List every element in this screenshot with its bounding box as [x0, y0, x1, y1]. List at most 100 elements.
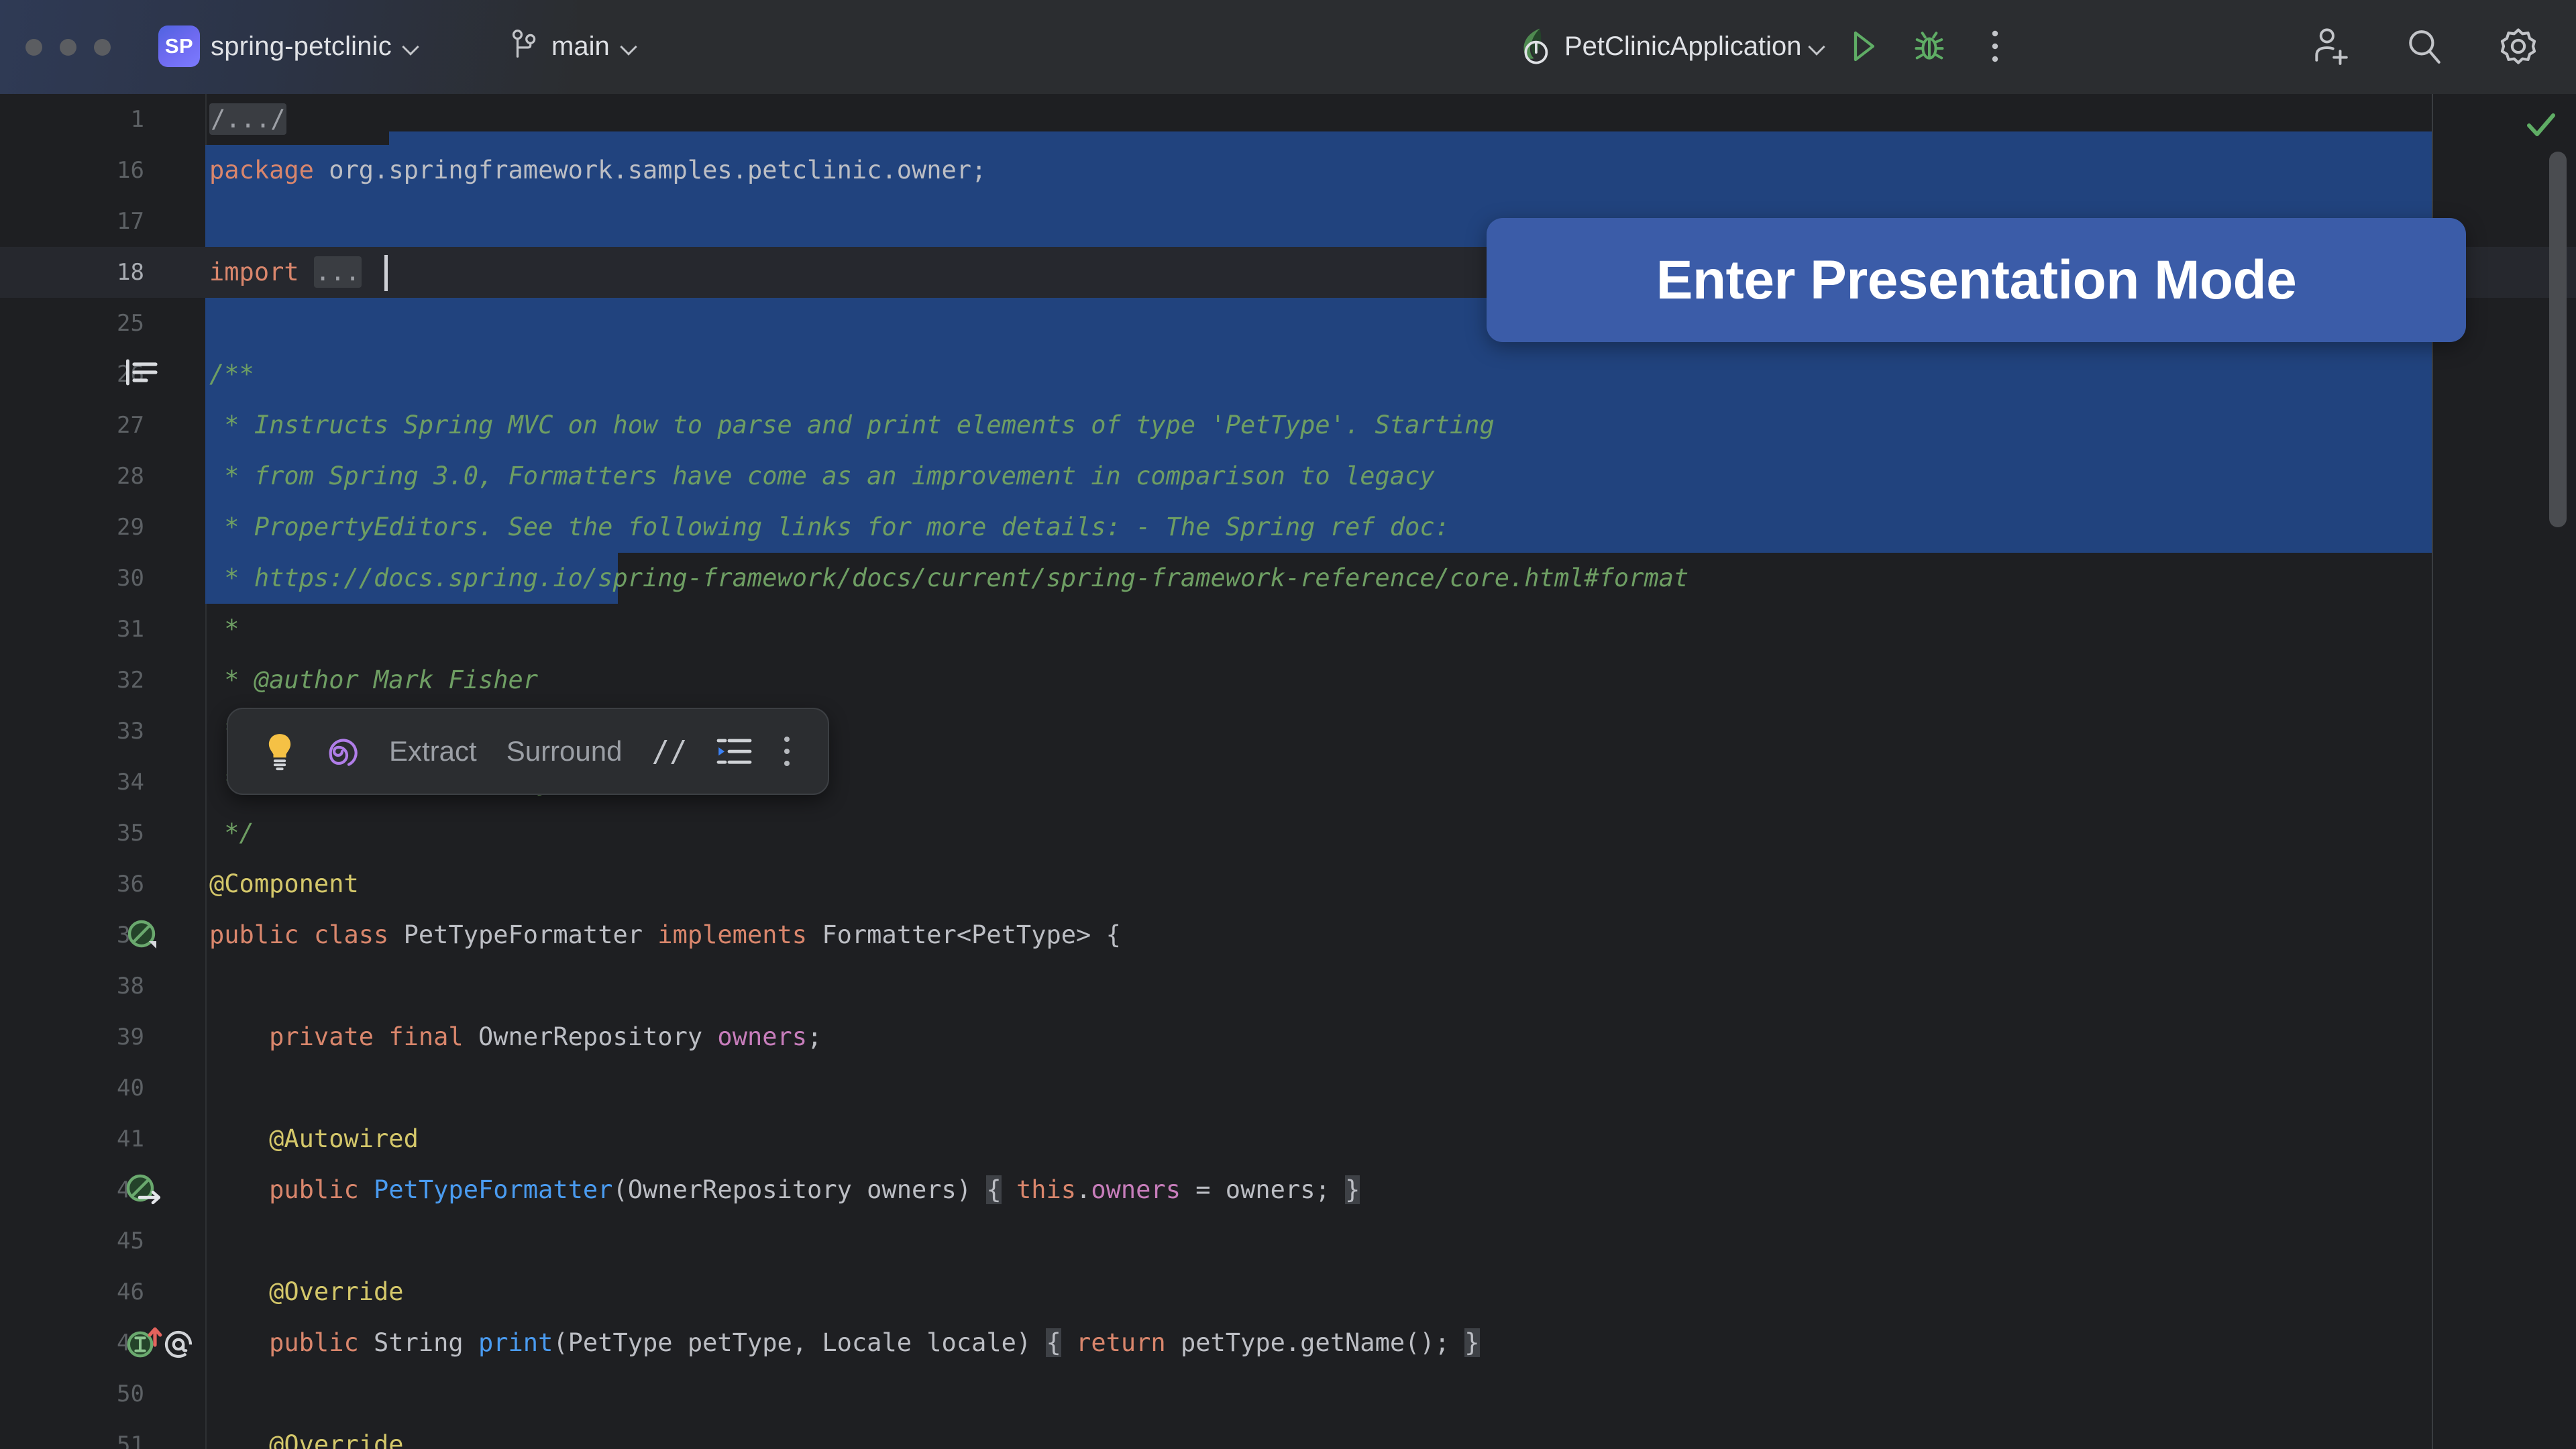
editor-line[interactable]: 46 @Override	[0, 1267, 2576, 1318]
more-actions-icon[interactable]	[767, 719, 806, 784]
line-content[interactable]: * https://docs.spring.io/spring-framewor…	[209, 553, 1688, 604]
editor-line[interactable]: 40	[0, 1063, 2576, 1114]
editor-line[interactable]: 37 public class PetTypeFormatter implemen…	[0, 910, 2576, 961]
zoom-button[interactable]	[94, 39, 111, 56]
editor-line[interactable]: 38	[0, 961, 2576, 1012]
line-content[interactable]: public class PetTypeFormatter implements…	[209, 910, 1121, 961]
ide-window: SP spring-petclinic main	[0, 0, 2576, 1449]
line-content[interactable]: * Instructs Spring MVC on how to parse a…	[209, 400, 1495, 451]
code-token	[299, 258, 314, 286]
code-token: * @author Mark Fisher	[209, 665, 538, 694]
line-number: 47	[0, 1318, 144, 1368]
more-vertical-icon[interactable]	[1967, 18, 2023, 74]
code-token	[299, 920, 314, 949]
editor-line[interactable]: 35 */	[0, 808, 2576, 859]
code-token: owners	[717, 1022, 807, 1051]
code-token: /.../	[209, 103, 286, 135]
line-number: 37	[0, 910, 144, 961]
code-token: petType.getName();	[1166, 1328, 1465, 1357]
chevron-down-icon	[1809, 38, 1826, 55]
spring-bean-icon[interactable]	[125, 918, 161, 953]
debug-button[interactable]	[1901, 18, 1957, 74]
editor-line[interactable]: 28 * from Spring 3.0, Formatters have co…	[0, 451, 2576, 502]
minimize-button[interactable]	[60, 39, 76, 56]
line-content[interactable]: *	[209, 604, 239, 655]
editor-line[interactable]: 50	[0, 1368, 2576, 1419]
line-content[interactable]: /.../	[209, 94, 286, 145]
line-number: 18	[0, 247, 144, 298]
editor-line[interactable]: 36@Component	[0, 859, 2576, 910]
editor-line[interactable]: 41 @Autowired	[0, 1114, 2576, 1165]
line-content[interactable]: @Override	[209, 1267, 404, 1318]
implements-override-icon[interactable]	[125, 1326, 200, 1360]
code-token: * https://docs.spring.io/spring-framewor…	[209, 564, 1688, 592]
presentation-mode-tooltip: Enter Presentation Mode	[1487, 218, 2466, 342]
line-content[interactable]: package org.springframework.samples.petc…	[209, 145, 986, 196]
project-selector[interactable]: SP spring-petclinic	[154, 20, 424, 72]
extract-action[interactable]: Extract	[374, 719, 492, 784]
editor-line[interactable]: 16package org.springframework.samples.pe…	[0, 145, 2576, 196]
line-number: 25	[0, 298, 144, 349]
run-button[interactable]	[1835, 18, 1892, 74]
text-caret	[384, 255, 388, 291]
code-token	[1002, 1175, 1016, 1204]
search-icon[interactable]	[2396, 18, 2453, 74]
javadoc-icon[interactable]	[125, 357, 160, 392]
editor-line[interactable]: 27 * Instructs Spring MVC on how to pars…	[0, 400, 2576, 451]
run-configuration-selector[interactable]: PetClinicApplication	[1516, 24, 1826, 69]
line-number: 32	[0, 655, 144, 706]
code-token: print	[478, 1328, 553, 1357]
line-content[interactable]: * @author Mark Fisher	[209, 655, 538, 706]
editor-line[interactable]: 30 * https://docs.spring.io/spring-frame…	[0, 553, 2576, 604]
user-add-icon[interactable]	[2302, 18, 2359, 74]
settings-icon[interactable]	[2490, 18, 2546, 74]
window-controls[interactable]	[25, 39, 111, 56]
close-button[interactable]	[25, 39, 42, 56]
spring-autowired-icon[interactable]	[125, 1173, 164, 1208]
surround-action[interactable]: Surround	[492, 719, 637, 784]
editor-line[interactable]: 26/**	[0, 349, 2576, 400]
line-content[interactable]: */	[209, 808, 254, 859]
line-content[interactable]: public String print(PetType petType, Loc…	[209, 1318, 1480, 1368]
code-token: org.springframework.samples.petclinic.ow…	[314, 156, 986, 184]
code-token: ...	[314, 256, 362, 288]
code-token: private	[269, 1022, 374, 1051]
code-token: package	[209, 156, 314, 184]
code-token: PetTypeFormatter	[374, 1175, 612, 1204]
line-content[interactable]: @Component	[209, 859, 359, 910]
run-toolbar: PetClinicApplication	[1516, 20, 2023, 72]
editor-line[interactable]: 32 * @author Mark Fisher	[0, 655, 2576, 706]
intention-bulb-icon[interactable]	[250, 719, 310, 784]
ai-assistant-icon[interactable]	[310, 719, 374, 784]
comment-action[interactable]: //	[637, 719, 702, 784]
editor-line[interactable]: 42 public PetTypeFormatter(OwnerReposito…	[0, 1165, 2576, 1216]
branch-selector[interactable]: main	[510, 20, 638, 72]
editor-scrollbar-thumb[interactable]	[2549, 152, 2567, 527]
editor-line[interactable]: 29 * PropertyEditors. See the following …	[0, 502, 2576, 553]
line-content[interactable]: import ...	[209, 247, 362, 298]
line-content[interactable]: * PropertyEditors. See the following lin…	[209, 502, 1450, 553]
editor-line[interactable]: 1 /.../	[0, 94, 2576, 145]
code-token	[209, 1328, 269, 1357]
editor-line[interactable]: 31 *	[0, 604, 2576, 655]
line-content[interactable]: private final OwnerRepository owners;	[209, 1012, 822, 1063]
line-number: 34	[0, 757, 144, 808]
spring-leaf-icon	[1516, 24, 1558, 69]
line-content[interactable]: @Override	[209, 1419, 404, 1449]
line-content[interactable]: /**	[209, 349, 254, 400]
line-content[interactable]: @Autowired	[209, 1114, 419, 1165]
extract-action-label: Extract	[389, 735, 477, 767]
reformat-action[interactable]	[702, 719, 767, 784]
line-number: 39	[0, 1012, 144, 1063]
line-number: 1	[0, 94, 144, 145]
line-content[interactable]: * from Spring 3.0, Formatters have come …	[209, 451, 1435, 502]
title-bar-right-actions	[2302, 20, 2546, 72]
floating-context-toolbar[interactable]: Extract Surround //	[227, 708, 829, 795]
line-number: 42	[0, 1165, 144, 1216]
line-content[interactable]: public PetTypeFormatter(OwnerRepository …	[209, 1165, 1360, 1216]
ok-check-icon[interactable]	[2524, 109, 2559, 144]
editor-line[interactable]: 51 @Override	[0, 1419, 2576, 1449]
editor-line[interactable]: 39 private final OwnerRepository owners;	[0, 1012, 2576, 1063]
editor-line[interactable]: 47 public String print(PetType petType, …	[0, 1318, 2576, 1368]
editor-line[interactable]: 45	[0, 1216, 2576, 1267]
